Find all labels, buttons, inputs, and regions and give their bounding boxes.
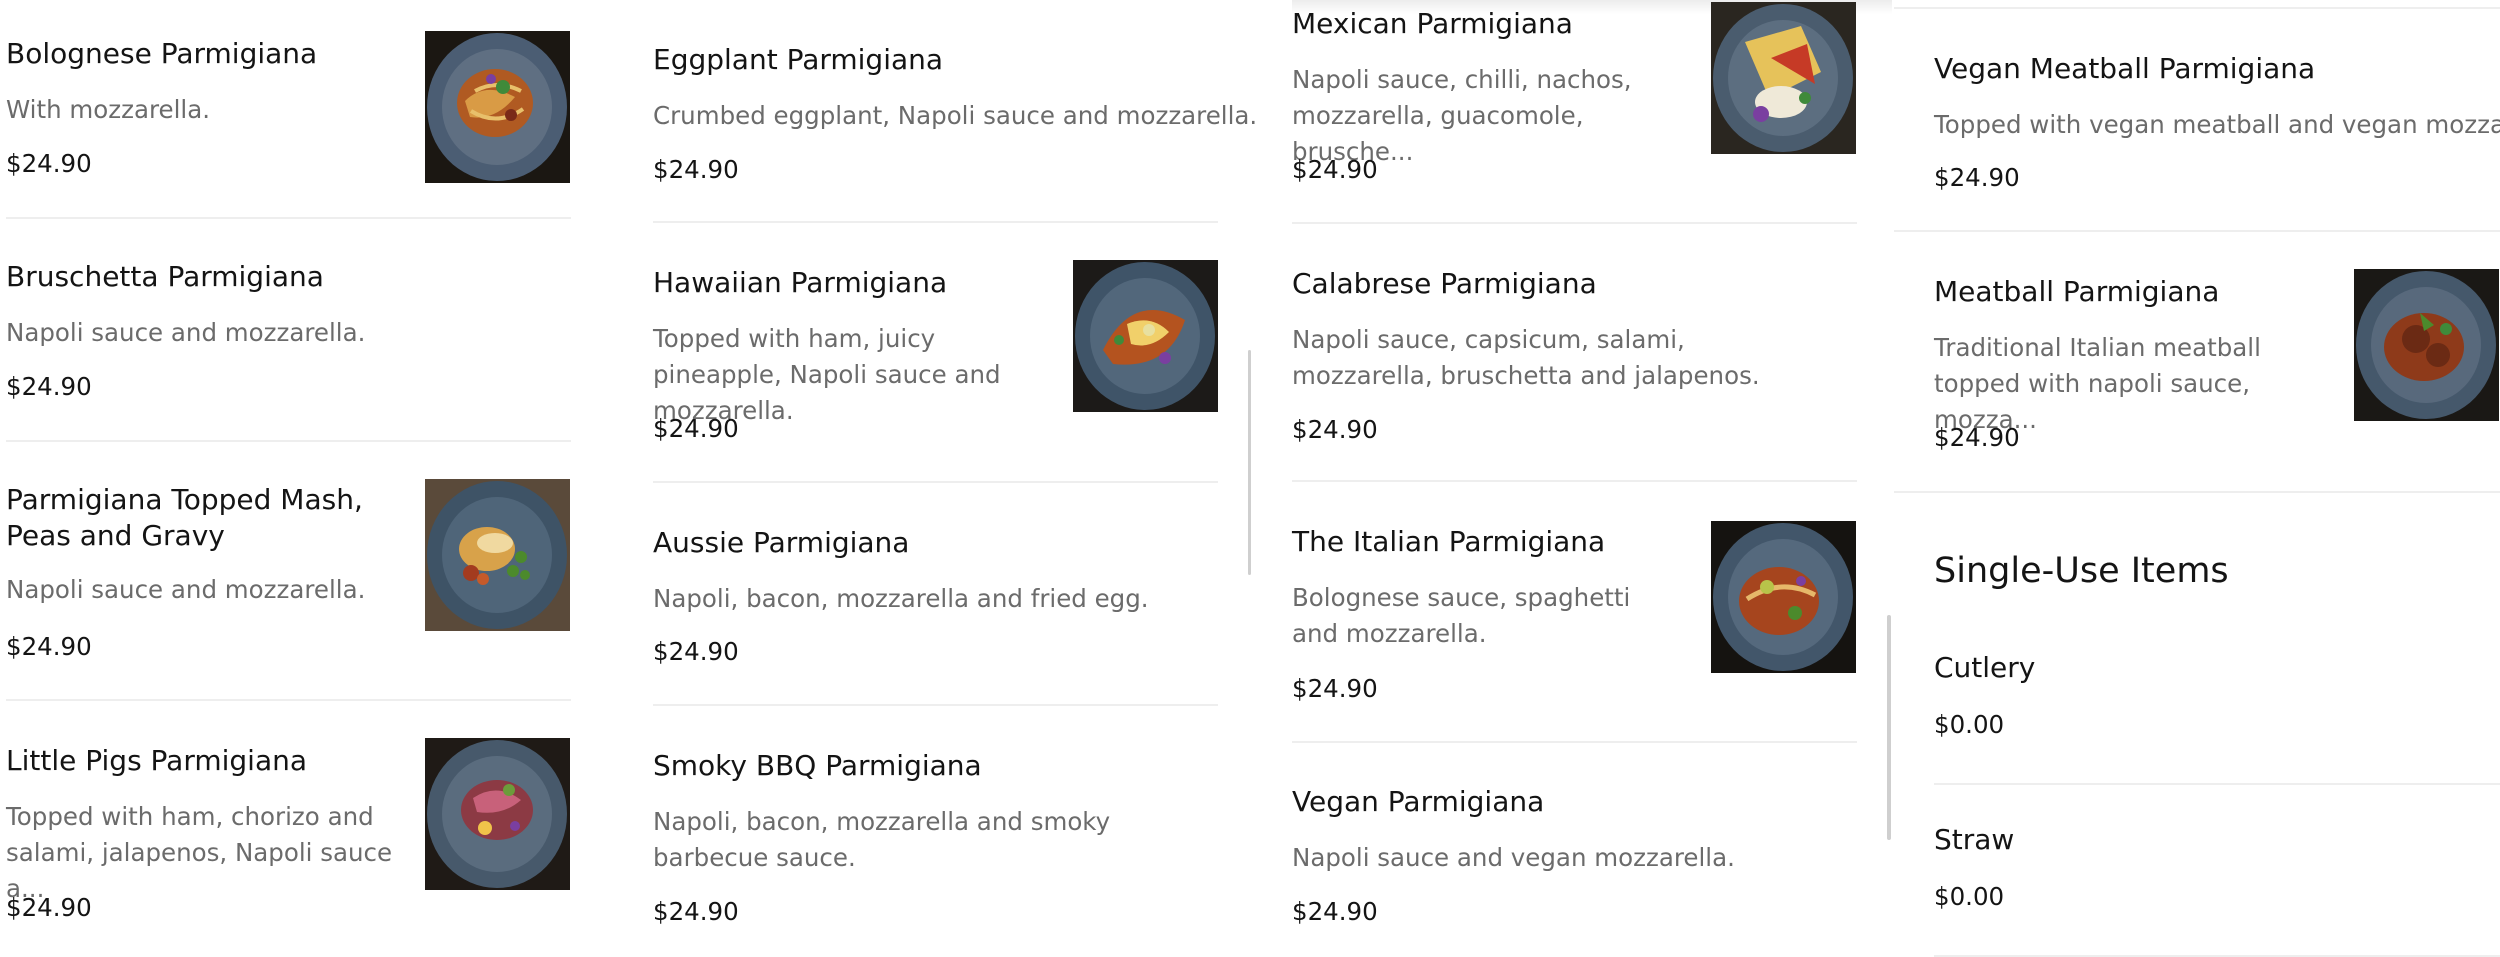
- mexican-dish-image: [1711, 2, 1856, 154]
- menu-item[interactable]: Little Pigs Parmigiana Topped with ham, …: [6, 701, 571, 957]
- menu-column-4: Vegan Meatball Parmigiana Topped with ve…: [1894, 0, 2500, 957]
- menu-item[interactable]: Cutlery $0.00: [1934, 640, 2500, 783]
- item-price: $24.90: [1292, 155, 1378, 184]
- item-name: Meatball Parmigiana: [1934, 275, 2220, 308]
- item-name: The Italian Parmigiana: [1292, 525, 1606, 558]
- menu-item[interactable]: Eggplant Parmigiana Crumbed eggplant, Na…: [653, 0, 1257, 222]
- item-description: Napoli, bacon, mozzarella and fried egg.: [653, 584, 1149, 613]
- item-price: $24.90: [1292, 415, 1378, 444]
- meatball-dish-image: [2354, 269, 2499, 421]
- item-name: Calabrese Parmigiana: [1292, 267, 1597, 300]
- item-name: Smoky BBQ Parmigiana: [653, 749, 982, 782]
- menu-item[interactable]: Meatball Parmigiana Traditional Italian …: [1934, 232, 2500, 490]
- item-description: Napoli sauce and vegan mozzarella.: [1292, 843, 1735, 872]
- item-name: Little Pigs Parmigiana: [6, 744, 308, 777]
- menu-item[interactable]: Bolognese Parmigiana With mozzarella. $2…: [6, 0, 571, 218]
- item-price: $24.90: [1934, 423, 2020, 452]
- item-name: Straw: [1934, 823, 2015, 856]
- item-description: Napoli, bacon, mozzarella and smoky barb…: [653, 807, 1111, 872]
- item-price: $24.90: [1934, 163, 2020, 192]
- item-description: Traditional Italian meatball topped with…: [1934, 333, 2261, 434]
- item-price: $0.00: [1934, 882, 2005, 911]
- item-price: $24.90: [1292, 674, 1378, 703]
- little-pigs-dish-image: [425, 738, 570, 890]
- item-name: Vegan Parmigiana: [1292, 785, 1545, 818]
- item-description: Napoli sauce, capsicum, salami, mozzarel…: [1292, 325, 1760, 390]
- item-price: $24.90: [6, 893, 92, 922]
- divider: [1894, 491, 2500, 493]
- menu-item[interactable]: Hawaiian Parmigiana Topped with ham, jui…: [653, 223, 1218, 481]
- scrollbar[interactable]: [1887, 615, 1891, 840]
- item-name: Mexican Parmigiana: [1292, 7, 1573, 40]
- item-price: $0.00: [1934, 710, 2005, 739]
- menu-item[interactable]: The Italian Parmigiana Bolognese sauce, …: [1292, 482, 1857, 740]
- item-price: $24.90: [1292, 897, 1378, 926]
- item-name: Vegan Meatball Parmigiana: [1934, 52, 2316, 85]
- item-price: $24.90: [6, 149, 92, 178]
- menu-item[interactable]: Smoky BBQ Parmigiana Napoli, bacon, mozz…: [653, 706, 1218, 957]
- menu-item[interactable]: Parmigiana Topped Mash, Peas and Gravy N…: [6, 442, 571, 700]
- item-description: Napoli sauce and mozzarella.: [6, 318, 366, 347]
- hawaiian-dish-image: [1073, 260, 1218, 412]
- scrollbar[interactable]: [1248, 350, 1251, 575]
- menu-column-3: Mexican Parmigiana Napoli sauce, chilli,…: [1292, 0, 1892, 957]
- item-description: Bolognese sauce, spaghetti and mozzarell…: [1292, 583, 1631, 648]
- item-description: Topped with ham, chorizo and salami, jal…: [6, 802, 393, 903]
- bolognese-dish-image: [425, 31, 570, 183]
- item-price: $24.90: [653, 637, 739, 666]
- item-description: Crumbed eggplant, Napoli sauce and mozza…: [653, 101, 1258, 130]
- item-price: $24.90: [6, 632, 92, 661]
- item-name: Hawaiian Parmigiana: [653, 266, 948, 299]
- section-title: Single-Use Items: [1934, 551, 2229, 591]
- menu-column-1: Bolognese Parmigiana With mozzarella. $2…: [6, 0, 571, 957]
- menu-item[interactable]: Calabrese Parmigiana Napoli sauce, capsi…: [1292, 224, 1857, 480]
- menu-item[interactable]: Straw $0.00: [1934, 785, 2500, 957]
- item-price: $24.90: [653, 414, 739, 443]
- item-name: Bruschetta Parmigiana: [6, 260, 324, 293]
- item-price: $24.90: [653, 897, 739, 926]
- item-description: Napoli sauce, chilli, nachos, mozzarella…: [1292, 65, 1632, 166]
- menu-item[interactable]: Aussie Parmigiana Napoli, bacon, mozzare…: [653, 483, 1218, 705]
- item-description: With mozzarella.: [6, 95, 211, 124]
- item-name: Eggplant Parmigiana: [653, 43, 944, 76]
- item-name: Bolognese Parmigiana: [6, 37, 318, 70]
- item-name: Cutlery: [1934, 651, 2036, 684]
- item-description: Napoli sauce and mozzarella.: [6, 575, 366, 604]
- item-description: Topped with vegan meatball and vegan moz…: [1934, 110, 2500, 139]
- menu-item[interactable]: Vegan Meatball Parmigiana Topped with ve…: [1934, 9, 2500, 230]
- mash-peas-dish-image: [425, 479, 570, 631]
- item-name: Aussie Parmigiana: [653, 526, 910, 559]
- menu-item[interactable]: Mexican Parmigiana Napoli sauce, chilli,…: [1292, 0, 1857, 222]
- menu-item[interactable]: Vegan Parmigiana Napoli sauce and vegan …: [1292, 743, 1857, 957]
- item-price: $24.90: [653, 155, 739, 184]
- item-price: $24.90: [6, 372, 92, 401]
- item-name: Parmigiana Topped Mash, Peas and Gravy: [6, 483, 363, 552]
- menu-item[interactable]: Bruschetta Parmigiana Napoli sauce and m…: [6, 219, 571, 441]
- menu-column-2: Eggplant Parmigiana Crumbed eggplant, Na…: [653, 0, 1257, 957]
- italian-dish-image: [1711, 521, 1856, 673]
- item-description: Topped with ham, juicy pineapple, Napoli…: [653, 324, 1001, 425]
